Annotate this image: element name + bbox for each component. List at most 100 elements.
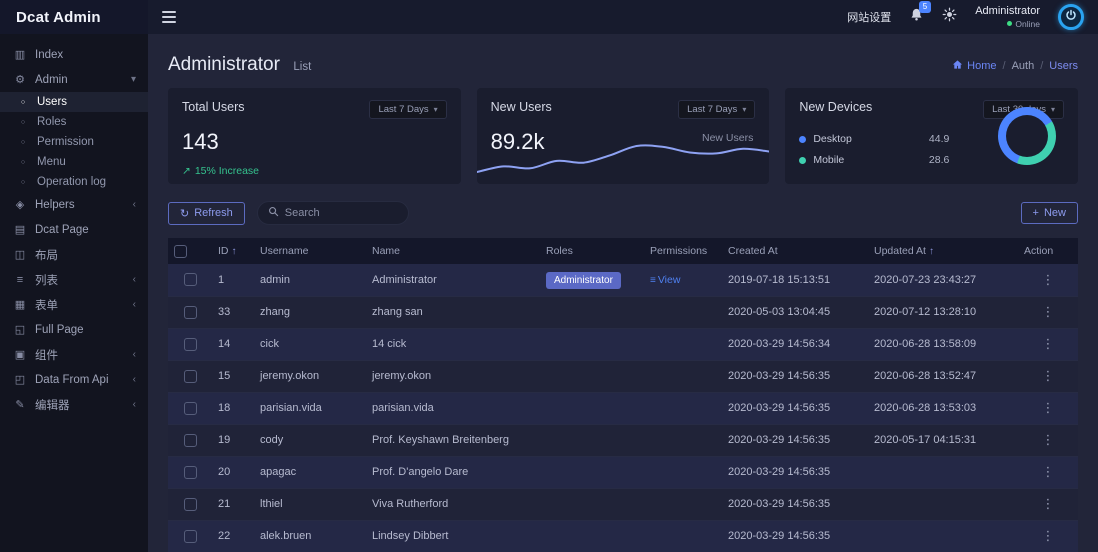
sidebar-item-form[interactable]: ▦表单‹ (0, 292, 148, 317)
search-box[interactable] (257, 201, 409, 225)
row-actions-button[interactable]: ⋮ (1036, 272, 1061, 287)
row-checkbox[interactable] (184, 498, 197, 511)
search-input[interactable] (285, 207, 427, 219)
row-actions-button[interactable]: ⋮ (1036, 464, 1061, 479)
cell-id: 1 (212, 264, 254, 296)
table-body: 1adminAdministratorAdministrator≡View201… (168, 264, 1078, 552)
row-actions-button[interactable]: ⋮ (1036, 400, 1061, 415)
devices-legend: Desktop 44.9 Mobile 28.6 (799, 133, 949, 166)
new-button[interactable]: + New (1021, 202, 1078, 224)
layout-icon: ◫ (12, 248, 28, 261)
cell-updated-at: 2020-06-28 13:53:03 (868, 392, 1018, 424)
cell-username: jeremy.okon (254, 360, 366, 392)
sidebar-item-menu[interactable]: ○Menu (0, 152, 148, 172)
grid-toolbar: ↻ Refresh + New (168, 200, 1078, 226)
row-checkbox[interactable] (184, 434, 197, 447)
sidebar-menu: ▥Index⚙Admin▾○Users○Roles○Permission○Men… (0, 42, 148, 417)
view-permissions-link[interactable]: ≡View (650, 274, 680, 286)
chart-bar-icon: ▥ (12, 48, 28, 61)
row-checkbox[interactable] (184, 530, 197, 543)
file-icon: ▤ (12, 223, 28, 236)
table-row: 15jeremy.okonjeremy.okon2020-03-29 14:56… (168, 360, 1078, 392)
cell-name: zhang san (366, 296, 540, 328)
sidebar-item-dcat-page[interactable]: ▤Dcat Page (0, 217, 148, 242)
theme-settings-button[interactable] (942, 7, 957, 27)
sidebar-item-helpers[interactable]: ◈Helpers‹ (0, 192, 148, 217)
column-id[interactable]: ID↑ (212, 238, 254, 264)
cell-username: lthiel (254, 488, 366, 520)
cell-permissions (644, 296, 722, 328)
new-users-card: New Users Last 7 Days ▾ 89.2k New Users (477, 88, 770, 184)
cell-created-at: 2020-03-29 14:56:35 (722, 424, 868, 456)
sidebar-item-table-list[interactable]: ≡列表‹ (0, 267, 148, 292)
user-menu[interactable]: Administrator Online (975, 5, 1040, 29)
role-badge[interactable]: Administrator (546, 272, 621, 289)
refresh-button[interactable]: ↻ Refresh (168, 202, 245, 225)
sidebar-item-operation-log[interactable]: ○Operation log (0, 172, 148, 192)
row-checkbox[interactable] (184, 306, 197, 319)
sidebar-item-editor[interactable]: ✎编辑器‹ (0, 392, 148, 417)
sidebar-item-users[interactable]: ○Users (0, 92, 148, 112)
circle-icon: ○ (16, 159, 30, 166)
select-all-checkbox[interactable] (174, 245, 187, 258)
cell-name: Administrator (366, 264, 540, 296)
row-actions-button[interactable]: ⋮ (1036, 496, 1061, 511)
row-actions-button[interactable]: ⋮ (1036, 304, 1061, 319)
column-action: Action (1018, 238, 1078, 264)
row-actions-button[interactable]: ⋮ (1036, 528, 1061, 543)
hamburger-menu-icon[interactable] (162, 11, 176, 23)
cell-name: Prof. Keyshawn Breitenberg (366, 424, 540, 456)
sidebar-item-layout[interactable]: ◫布局 (0, 242, 148, 267)
cell-username: cick (254, 328, 366, 360)
table-row: 18parisian.vidaparisian.vida2020-03-29 1… (168, 392, 1078, 424)
site-settings-link[interactable]: 网站设置 (847, 9, 891, 25)
brand[interactable]: Dcat Admin (0, 0, 148, 34)
new-users-range-dropdown[interactable]: Last 7 Days ▾ (678, 100, 755, 119)
row-checkbox[interactable] (184, 402, 197, 415)
sidebar-item-index[interactable]: ▥Index (0, 42, 148, 67)
cell-id: 20 (212, 456, 254, 488)
breadcrumb-home[interactable]: Home (952, 59, 996, 73)
breadcrumb-auth[interactable]: Auth (1012, 60, 1035, 72)
row-checkbox[interactable] (184, 466, 197, 479)
total-users-range-dropdown[interactable]: Last 7 Days ▾ (369, 100, 446, 119)
row-actions-button[interactable]: ⋮ (1036, 432, 1061, 447)
sidebar-item-permission[interactable]: ○Permission (0, 132, 148, 152)
row-actions-button[interactable]: ⋮ (1036, 368, 1061, 383)
row-checkbox[interactable] (184, 370, 197, 383)
chevron-left-icon: ‹ (133, 299, 136, 310)
search-icon (268, 204, 279, 222)
sidebar-item-full-page[interactable]: ◱Full Page (0, 317, 148, 342)
sidebar-item-admin[interactable]: ⚙Admin▾ (0, 67, 148, 92)
cell-permissions (644, 456, 722, 488)
total-users-card: Total Users Last 7 Days ▾ 143 ↗ 15% Incr… (168, 88, 461, 184)
user-status: Online (1015, 19, 1040, 30)
column-updated-at[interactable]: Updated At↑ (868, 238, 1018, 264)
row-checkbox[interactable] (184, 273, 197, 286)
chevron-down-icon: ▾ (1051, 105, 1055, 114)
cell-created-at: 2020-05-03 13:04:45 (722, 296, 868, 328)
column-name: Name (366, 238, 540, 264)
cell-roles (540, 296, 644, 328)
notifications-button[interactable]: 5 (909, 7, 924, 27)
cell-roles: Administrator (540, 264, 644, 296)
cell-roles (540, 392, 644, 424)
cell-updated-at: 2020-07-12 13:28:10 (868, 296, 1018, 328)
cell-updated-at (868, 456, 1018, 488)
logout-button[interactable] (1058, 4, 1084, 30)
list-icon: ≡ (650, 275, 656, 286)
table-row: 1adminAdministratorAdministrator≡View201… (168, 264, 1078, 296)
chevron-left-icon: ‹ (133, 349, 136, 360)
sidebar: ▥Index⚙Admin▾○Users○Roles○Permission○Men… (0, 34, 148, 552)
sidebar-item-components[interactable]: ▣组件‹ (0, 342, 148, 367)
cell-permissions (644, 520, 722, 552)
row-checkbox[interactable] (184, 338, 197, 351)
circle-icon: ○ (16, 139, 30, 146)
row-actions-button[interactable]: ⋮ (1036, 336, 1061, 351)
cell-roles (540, 520, 644, 552)
sidebar-item-roles[interactable]: ○Roles (0, 112, 148, 132)
table-row: 14cick14 cick2020-03-29 14:56:342020-06-… (168, 328, 1078, 360)
cell-updated-at (868, 488, 1018, 520)
cell-id: 21 (212, 488, 254, 520)
sidebar-item-data-from-api[interactable]: ◰Data From Api‹ (0, 367, 148, 392)
